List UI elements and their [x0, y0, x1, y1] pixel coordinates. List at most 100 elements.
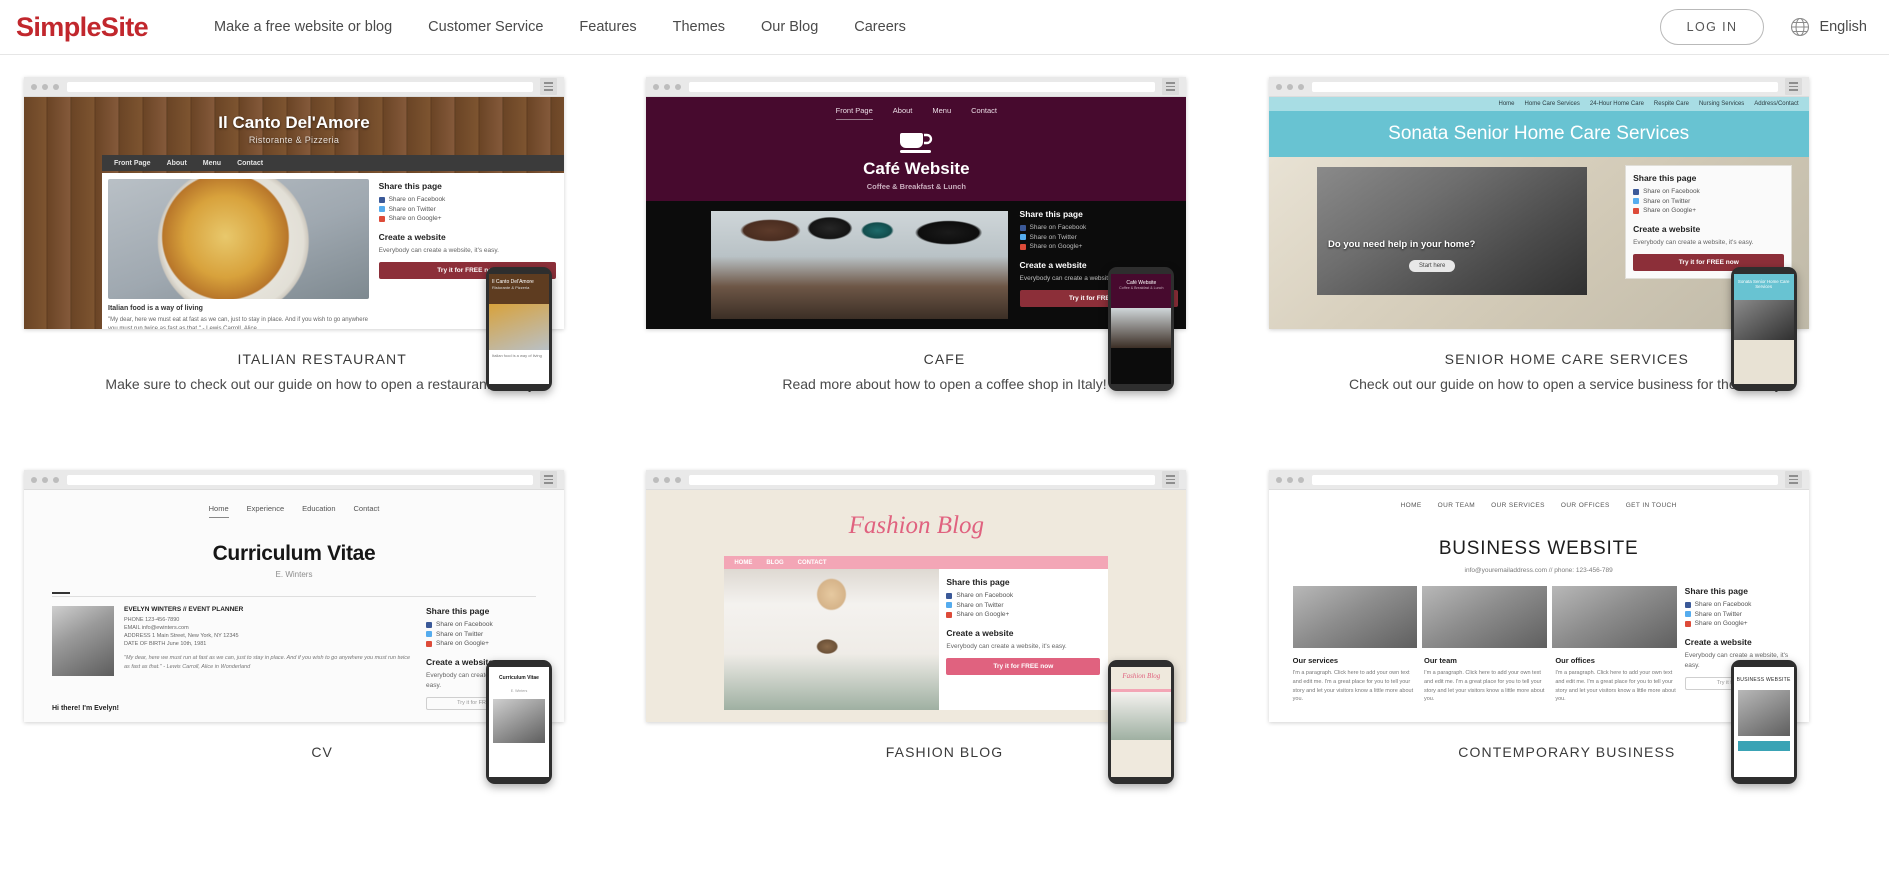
template-card-fashion-blog[interactable]: Fashion Blog HOME BLOG CONTACT Share thi… [646, 458, 1242, 784]
share-facebook-row[interactable]: Share on Facebook [946, 592, 1100, 599]
care-start-button[interactable]: Start here [1409, 260, 1456, 272]
restaurant-nav-menu[interactable]: Menu [203, 160, 221, 167]
nav-item-careers[interactable]: Careers [836, 19, 924, 35]
phone-screen: Café Website Coffee & Breakfast & Lunch [1111, 274, 1172, 384]
share-twitter-row[interactable]: Share on Twitter [1684, 611, 1797, 618]
nav-item-themes[interactable]: Themes [655, 19, 743, 35]
template-card-cv[interactable]: Home Experience Education Contact Curric… [24, 458, 620, 784]
business-nav-our-services[interactable]: OUR SERVICES [1491, 502, 1545, 509]
care-nav-home-care-services[interactable]: Home Care Services [1525, 101, 1580, 107]
care-nav-address-contact[interactable]: Address/Contact [1754, 101, 1798, 107]
business-nav-our-offices[interactable]: OUR OFFICES [1561, 502, 1610, 509]
share-twitter-row[interactable]: Share on Twitter [426, 631, 536, 638]
url-bar[interactable] [67, 474, 533, 485]
hamburger-menu-icon[interactable] [1162, 471, 1180, 488]
language-selector[interactable]: English [1790, 17, 1867, 37]
template-card-contemporary-business[interactable]: HOME OUR TEAM OUR SERVICES OUR OFFICES G… [1268, 458, 1865, 784]
cafe-nav-front-page[interactable]: Front Page [835, 106, 873, 120]
share-facebook-row[interactable]: Share on Facebook [426, 621, 536, 628]
twitter-icon [946, 602, 953, 608]
cv-nav: Home Experience Education Contact [24, 504, 564, 518]
try-free-button[interactable]: Try it for FREE now [946, 657, 1101, 675]
coffee-cup-icon [646, 130, 1186, 156]
restaurant-nav-about[interactable]: About [167, 160, 187, 167]
restaurant-nav-contact[interactable]: Contact [237, 160, 263, 167]
cv-nav-education[interactable]: Education [302, 504, 335, 518]
phone-fashion-name: Fashion Blog [1111, 667, 1172, 689]
share-google-row[interactable]: Share on Google+ [946, 611, 1100, 618]
restaurant-nav-front-page[interactable]: Front Page [114, 160, 151, 167]
url-bar[interactable] [689, 474, 1156, 485]
care-nav-nursing-services[interactable]: Nursing Services [1699, 101, 1744, 107]
hamburger-menu-icon[interactable] [1162, 78, 1180, 95]
business-column-team: Our team I'm a paragraph. Click here to … [1424, 656, 1545, 704]
accent-tick [52, 592, 70, 594]
fashion-nav-contact[interactable]: CONTACT [798, 560, 827, 566]
fashion-nav-blog[interactable]: BLOG [766, 560, 783, 566]
site-header: SimpleSite Make a free website or blog C… [0, 0, 1889, 55]
share-google-row[interactable]: Share on Google+ [378, 215, 556, 222]
pasta-photo [108, 179, 369, 299]
share-facebook-row[interactable]: Share on Facebook [1633, 188, 1784, 195]
business-nav-home[interactable]: HOME [1401, 502, 1422, 509]
share-twitter-row[interactable]: Share on Twitter [1633, 198, 1784, 205]
care-nav-home[interactable]: Home [1499, 101, 1515, 107]
share-twitter-label: Share on Twitter [956, 601, 1004, 609]
create-text: Everybody can create a website, it's eas… [1633, 239, 1754, 246]
business-nav: HOME OUR TEAM OUR SERVICES OUR OFFICES G… [1269, 502, 1809, 509]
cv-nav-home[interactable]: Home [208, 504, 229, 518]
cv-quote: "My dear, here we must run at fast as we… [124, 655, 411, 670]
share-facebook-row[interactable]: Share on Facebook [378, 196, 556, 203]
log-in-button[interactable]: LOG IN [1659, 9, 1765, 45]
hamburger-menu-icon[interactable] [1784, 471, 1802, 488]
phone-screen: Sonata Senior Home Care Services [1733, 274, 1794, 384]
share-google-row[interactable]: Share on Google+ [1684, 620, 1797, 627]
cv-nav-experience[interactable]: Experience [247, 504, 285, 518]
nav-item-features[interactable]: Features [561, 19, 654, 35]
share-twitter-row[interactable]: Share on Twitter [378, 206, 556, 213]
business-photo-2 [1422, 586, 1547, 648]
url-bar[interactable] [689, 81, 1156, 92]
cv-portrait [52, 606, 114, 676]
restaurant-name: Il Canto Del'Amore [218, 113, 370, 132]
business-column-heading: Our offices [1555, 656, 1595, 665]
elderly-photo [1317, 167, 1588, 295]
cafe-nav-contact[interactable]: Contact [971, 106, 997, 120]
nav-item-our-blog[interactable]: Our Blog [743, 19, 836, 35]
logo[interactable]: SimpleSite [16, 12, 149, 43]
share-google-row[interactable]: Share on Google+ [1019, 243, 1179, 250]
url-bar[interactable] [1311, 81, 1778, 92]
hamburger-menu-icon[interactable] [1784, 78, 1802, 95]
share-facebook-row[interactable]: Share on Facebook [1019, 224, 1179, 231]
care-nav-24-hour-home-care[interactable]: 24-Hour Home Care [1590, 101, 1644, 107]
business-nav-our-team[interactable]: OUR TEAM [1438, 502, 1475, 509]
share-google-row[interactable]: Share on Google+ [426, 640, 536, 647]
url-bar[interactable] [1311, 474, 1778, 485]
share-twitter-row[interactable]: Share on Twitter [1019, 234, 1179, 241]
business-columns: Our services I'm a paragraph. Click here… [1293, 656, 1677, 704]
create-text: Everybody can create a website, it's eas… [946, 643, 1067, 650]
hamburger-menu-icon[interactable] [540, 471, 557, 488]
nav-item-make-a-free-website[interactable]: Make a free website or blog [196, 19, 410, 35]
template-card-italian-restaurant[interactable]: Il Canto Del'Amore Ristorante & Pizzeria… [24, 65, 620, 392]
template-card-cafe[interactable]: Front Page About Menu Contact Café Websi… [646, 65, 1242, 392]
care-nav-respite-care[interactable]: Respite Care [1654, 101, 1689, 107]
cafe-interior-photo [711, 211, 1009, 319]
business-nav-get-in-touch[interactable]: GET IN TOUCH [1626, 502, 1677, 509]
cafe-name: Café Website [863, 159, 970, 178]
hamburger-menu-icon[interactable] [540, 78, 557, 95]
phone-mockup: Fashion Blog [1108, 660, 1175, 784]
browser-mockup: Fashion Blog HOME BLOG CONTACT Share thi… [646, 470, 1187, 784]
share-twitter-row[interactable]: Share on Twitter [946, 602, 1100, 609]
phone-screen: Curriculum Vitae E. Winters [489, 667, 549, 777]
cafe-nav-about[interactable]: About [893, 106, 913, 120]
share-facebook-row[interactable]: Share on Facebook [1684, 601, 1797, 608]
template-card-senior-home-care[interactable]: Home Home Care Services 24-Hour Home Car… [1268, 65, 1865, 392]
url-bar[interactable] [67, 81, 533, 92]
cv-nav-contact[interactable]: Contact [354, 504, 380, 518]
cafe-nav-menu[interactable]: Menu [932, 106, 951, 120]
cafe-tagline: Coffee & Breakfast & Lunch [866, 182, 966, 191]
fashion-nav-home[interactable]: HOME [734, 560, 752, 566]
nav-item-customer-service[interactable]: Customer Service [410, 19, 561, 35]
share-google-row[interactable]: Share on Google+ [1633, 207, 1784, 214]
